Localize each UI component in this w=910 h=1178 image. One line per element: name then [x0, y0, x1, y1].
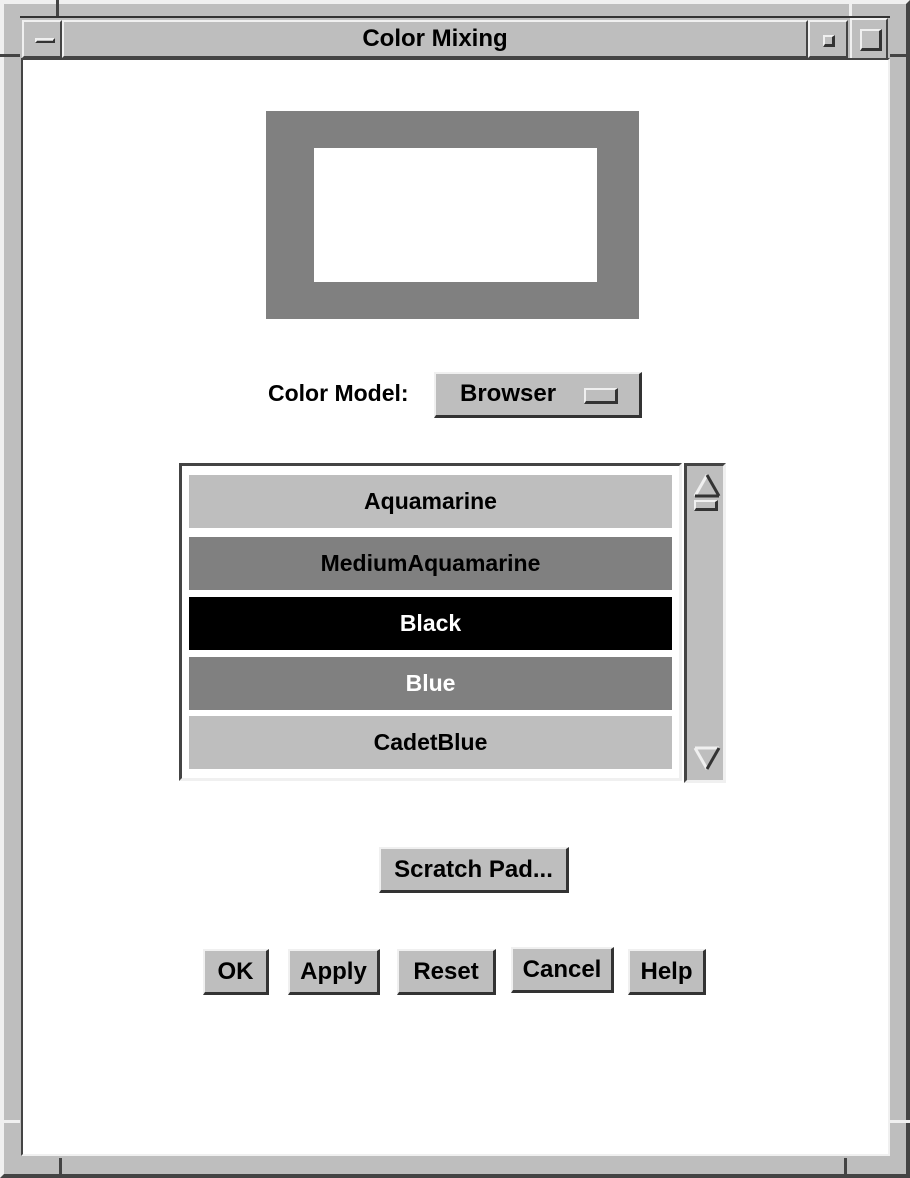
window-menu-icon — [35, 38, 55, 43]
apply-button[interactable]: Apply — [288, 949, 380, 995]
cancel-button[interactable]: Cancel — [511, 947, 614, 993]
color-model-selected: Browser — [460, 380, 557, 407]
window-menu-button[interactable] — [22, 20, 62, 58]
color-model-option-menu[interactable]: Browser — [434, 372, 642, 418]
help-button[interactable]: Help — [628, 949, 706, 995]
resize-handle-bottom-left[interactable] — [59, 1158, 62, 1178]
minimize-icon — [823, 35, 835, 47]
resize-handle-bottom-right[interactable] — [844, 1158, 847, 1178]
color-list-scrollbar[interactable] — [684, 463, 726, 783]
resize-handle-left-top[interactable] — [0, 54, 20, 57]
list-item-cadetblue[interactable]: CadetBlue — [189, 716, 672, 769]
list-item-black[interactable]: Black — [189, 597, 672, 650]
title-bar[interactable]: Color Mixing — [20, 16, 890, 60]
scratch-pad-button[interactable]: Scratch Pad... — [379, 847, 569, 893]
list-item-mediumaquamarine[interactable]: MediumAquamarine — [189, 537, 672, 590]
reset-button[interactable]: Reset — [397, 949, 496, 995]
color-preview-swatch — [266, 111, 639, 319]
color-model-label: Color Model: — [268, 380, 409, 406]
resize-handle-left-bottom[interactable] — [0, 1120, 20, 1123]
minimize-button[interactable] — [808, 20, 848, 58]
list-item-blue[interactable]: Blue — [189, 657, 672, 710]
maximize-button[interactable] — [850, 18, 888, 60]
arrow-down-icon[interactable] — [693, 744, 721, 772]
ok-button[interactable]: OK — [203, 949, 269, 995]
resize-handle-right-bottom[interactable] — [890, 1120, 910, 1123]
scrollbar-thumb[interactable] — [694, 500, 718, 511]
maximize-icon — [860, 29, 882, 51]
list-item-aquamarine[interactable]: Aquamarine — [189, 475, 672, 528]
option-menu-icon — [584, 388, 618, 404]
color-list[interactable]: Aquamarine MediumAquamarine Black Blue C… — [179, 463, 682, 781]
resize-handle-right-top[interactable] — [890, 54, 910, 57]
arrow-up-icon[interactable] — [693, 472, 721, 500]
window-title[interactable]: Color Mixing — [62, 20, 808, 58]
color-preview-center — [314, 148, 597, 282]
